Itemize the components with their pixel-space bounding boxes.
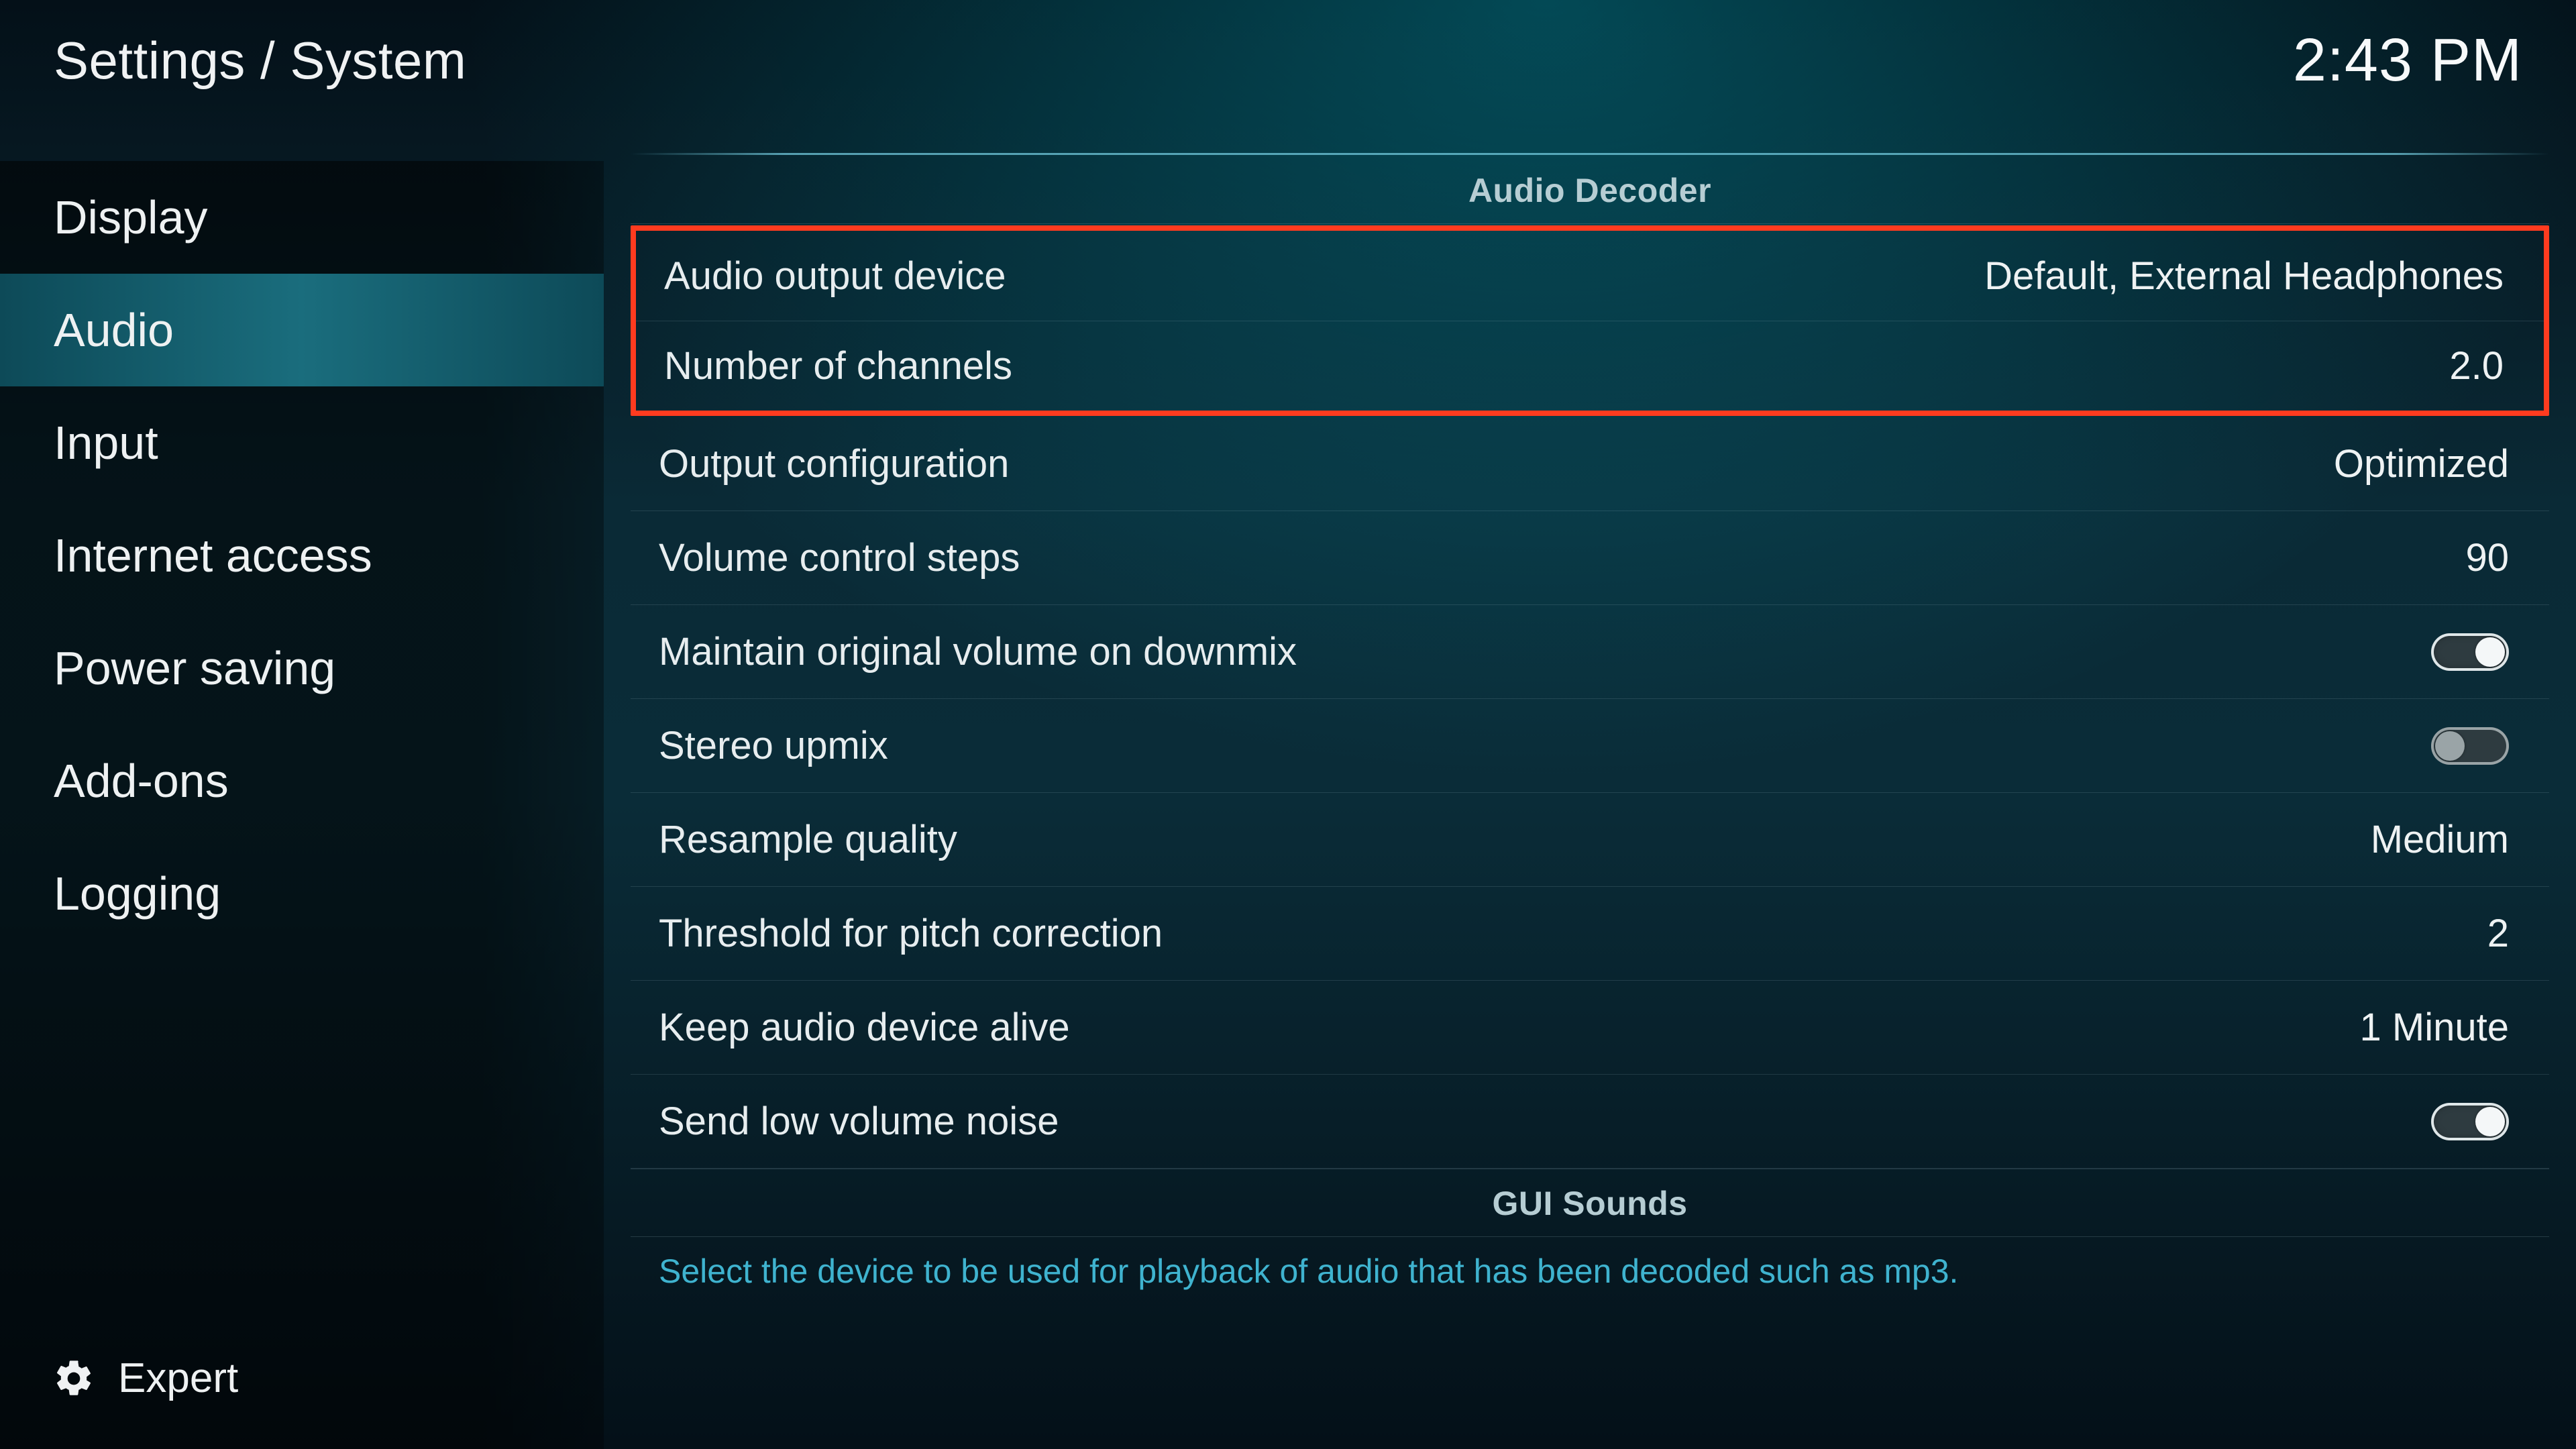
- highlight-box: Audio output device Default, External Hea…: [631, 225, 2549, 416]
- section-header-audio-decoder: Audio Decoder: [631, 155, 2549, 223]
- gear-icon: [52, 1357, 95, 1400]
- setting-value: 90: [2465, 535, 2509, 580]
- setting-value: Medium: [2371, 817, 2509, 862]
- setting-label: Stereo upmix: [659, 723, 888, 768]
- sidebar-item-power-saving[interactable]: Power saving: [0, 612, 604, 724]
- setting-label: Threshold for pitch correction: [659, 911, 1163, 956]
- sidebar-item-label: Logging: [54, 867, 221, 920]
- setting-value: Default, External Headphones: [1984, 254, 2504, 299]
- setting-label: Resample quality: [659, 817, 957, 862]
- sidebar-item-audio[interactable]: Audio: [0, 274, 604, 386]
- setting-label: Output configuration: [659, 441, 1009, 486]
- sidebar-item-display[interactable]: Display: [0, 161, 604, 274]
- sidebar: Display Audio Input Internet access Power sa…: [0, 161, 604, 1449]
- setting-value: 1 Minute: [2360, 1005, 2509, 1050]
- sidebar-item-label: Input: [54, 416, 158, 470]
- toggle-knob: [2435, 731, 2465, 761]
- section-header-gui-sounds: GUI Sounds: [631, 1169, 2549, 1237]
- toggle-knob: [2475, 637, 2505, 667]
- setting-label: Audio output device: [664, 254, 1006, 299]
- setting-label: Number of channels: [664, 343, 1012, 388]
- setting-row-keep-audio-device-alive[interactable]: Keep audio device alive 1 Minute: [631, 981, 2549, 1075]
- setting-label: Send low volume noise: [659, 1099, 1059, 1144]
- setting-row-number-of-channels[interactable]: Number of channels 2.0: [636, 321, 2544, 411]
- setting-row-stereo-upmix[interactable]: Stereo upmix: [631, 699, 2549, 793]
- clock: 2:43 PM: [2293, 26, 2522, 95]
- sidebar-item-internet-access[interactable]: Internet access: [0, 499, 604, 612]
- setting-row-maintain-original-volume-on-downmix[interactable]: Maintain original volume on downmix: [631, 605, 2549, 699]
- sidebar-item-label: Audio: [54, 303, 174, 357]
- toggle-knob: [2475, 1107, 2505, 1136]
- settings-list: Audio output device Default, External Hea…: [631, 223, 2549, 1169]
- sidebar-item-label: Power saving: [54, 641, 335, 695]
- setting-row-send-low-volume-noise[interactable]: Send low volume noise: [631, 1075, 2549, 1169]
- sidebar-item-label: Display: [54, 191, 208, 244]
- setting-value: 2: [2487, 911, 2509, 956]
- toggle-send-low-volume-noise[interactable]: [2431, 1103, 2509, 1140]
- setting-row-audio-output-device[interactable]: Audio output device Default, External Hea…: [636, 231, 2544, 321]
- sidebar-item-add-ons[interactable]: Add-ons: [0, 724, 604, 837]
- settings-level-label: Expert: [118, 1354, 238, 1402]
- setting-row-output-configuration[interactable]: Output configuration Optimized: [631, 417, 2549, 511]
- breadcrumb: Settings / System: [54, 30, 466, 91]
- setting-value: Optimized: [2334, 441, 2509, 486]
- setting-value: 2.0: [2449, 343, 2504, 388]
- setting-description: Select the device to be used for playbac…: [631, 1237, 2549, 1291]
- setting-label: Volume control steps: [659, 535, 1020, 580]
- settings-level-button[interactable]: Expert: [52, 1354, 238, 1402]
- sidebar-item-label: Add-ons: [54, 754, 229, 808]
- setting-label: Maintain original volume on downmix: [659, 629, 1297, 674]
- sidebar-item-input[interactable]: Input: [0, 386, 604, 499]
- toggle-stereo-upmix[interactable]: [2431, 727, 2509, 765]
- header: Settings / System 2:43 PM: [0, 0, 2576, 121]
- setting-row-threshold-for-pitch-correction[interactable]: Threshold for pitch correction 2: [631, 887, 2549, 981]
- setting-label: Keep audio device alive: [659, 1005, 1070, 1050]
- main-panel: Audio Decoder Audio output device Default…: [631, 153, 2549, 1449]
- sidebar-item-logging[interactable]: Logging: [0, 837, 604, 950]
- toggle-maintain-original-volume-on-downmix[interactable]: [2431, 633, 2509, 671]
- setting-row-volume-control-steps[interactable]: Volume control steps 90: [631, 511, 2549, 605]
- setting-row-resample-quality[interactable]: Resample quality Medium: [631, 793, 2549, 887]
- sidebar-item-label: Internet access: [54, 529, 372, 582]
